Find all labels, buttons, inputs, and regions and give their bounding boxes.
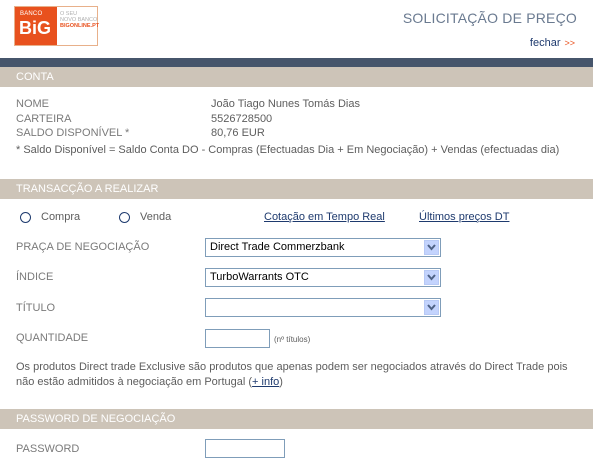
- header-divider-bar: [0, 58, 593, 67]
- info-text: Os produtos Direct trade Exclusive são p…: [16, 361, 568, 388]
- nome-value: João Tiago Nunes Tomás Dias: [211, 98, 360, 110]
- nome-label: NOME: [16, 98, 49, 110]
- compra-label[interactable]: Compra: [41, 211, 80, 223]
- direct-trade-info: Os produtos Direct trade Exclusive são p…: [16, 360, 586, 390]
- venda-label[interactable]: Venda: [140, 211, 171, 223]
- logo-big-text: BiG: [19, 18, 52, 38]
- chevron-down-icon[interactable]: [424, 270, 439, 285]
- saldo-value: 80,76 EUR: [211, 127, 265, 139]
- close-arrows-icon: >>: [564, 38, 575, 48]
- praca-select[interactable]: Direct Trade Commerzbank: [205, 238, 441, 257]
- close-link[interactable]: fechar >>: [530, 37, 575, 49]
- password-label: PASSWORD: [16, 443, 80, 455]
- mais-info-link[interactable]: + info: [252, 376, 279, 388]
- carteira-label: CARTEIRA: [16, 113, 72, 125]
- chevron-down-icon[interactable]: [424, 300, 439, 315]
- page-title: SOLICITAÇÃO DE PREÇO: [402, 10, 577, 26]
- titulo-select[interactable]: [205, 298, 441, 317]
- cotacao-tempo-real-link[interactable]: Cotação em Tempo Real: [264, 211, 385, 223]
- compra-radio[interactable]: [20, 212, 31, 223]
- logo-mark: BANCO BiG: [15, 7, 57, 45]
- saldo-label: SALDO DISPONÍVEL *: [16, 127, 130, 139]
- section-transaccao-header: TRANSACÇÃO A REALIZAR: [0, 179, 593, 199]
- bank-logo: BANCO BiG O SEU NOVO BANCO BIGONLINE.PT: [14, 6, 99, 46]
- saldo-footnote: * Saldo Disponível = Saldo Conta DO - Co…: [16, 144, 560, 156]
- logo-site: BIGONLINE.PT: [60, 23, 100, 29]
- logo-banco-text: BANCO: [20, 11, 43, 17]
- header: BANCO BiG O SEU NOVO BANCO BIGONLINE.PT …: [0, 0, 593, 58]
- titulo-label: TÍTULO: [16, 302, 56, 314]
- close-label[interactable]: fechar: [530, 37, 561, 49]
- section-password-header: PASSWORD DE NEGOCIAÇÃO: [0, 409, 593, 429]
- indice-select[interactable]: TurboWarrants OTC: [205, 268, 441, 287]
- quantidade-label: QUANTIDADE: [16, 332, 89, 344]
- quantidade-hint: (nº títulos): [274, 335, 311, 344]
- indice-select-value: TurboWarrants OTC: [210, 271, 309, 283]
- praca-label: PRAÇA DE NEGOCIAÇÃO: [16, 241, 150, 253]
- section-conta-header: CONTA: [0, 67, 593, 87]
- indice-label: ÍNDICE: [16, 271, 54, 283]
- praca-select-value: Direct Trade Commerzbank: [210, 241, 345, 253]
- chevron-down-icon[interactable]: [424, 240, 439, 255]
- carteira-value: 5526728500: [211, 113, 273, 125]
- logo-tagline: O SEU NOVO BANCO BIGONLINE.PT: [60, 11, 99, 29]
- ultimos-precos-link[interactable]: Últimos preços DT: [419, 211, 509, 223]
- venda-radio[interactable]: [119, 212, 130, 223]
- info-close: ): [279, 376, 283, 388]
- quantidade-input[interactable]: [205, 329, 270, 348]
- password-input[interactable]: [205, 439, 285, 458]
